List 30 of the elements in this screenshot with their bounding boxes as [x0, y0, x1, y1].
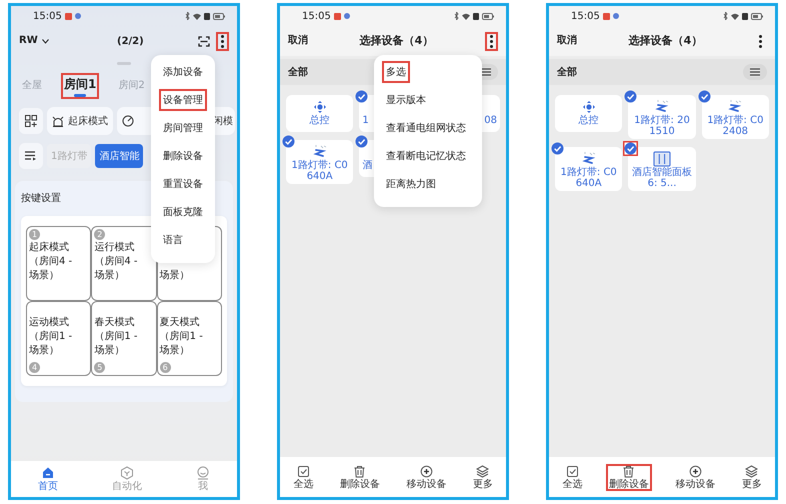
key-label: 春天模式 （房间1 - 场景） — [94, 316, 138, 358]
device-name: 总控 — [310, 115, 330, 126]
device-name: 1路灯带: C0640A — [290, 160, 349, 182]
device-name: 1 — [362, 115, 369, 126]
device-name: 酒 — [362, 160, 372, 171]
key-label: 场景） — [160, 268, 191, 283]
filter-label: 全部 — [557, 66, 577, 80]
device-name: 1路灯带: C02408 — [706, 115, 764, 137]
status-time: 15:05 — [33, 10, 62, 24]
device-name: 08 — [484, 115, 497, 126]
key-number: 5 — [94, 362, 106, 373]
key-number: 6 — [160, 362, 171, 373]
key-label: 起床模式 （房间4 - 场景） — [29, 241, 74, 283]
key-label: 运动模式 （房间1 - 场景） — [29, 316, 74, 358]
device-name: 酒店智能面板6: 5... — [631, 167, 693, 189]
screen-title: 选择设备（4） — [358, 32, 434, 49]
status-time: 15:05 — [571, 10, 600, 24]
screen-title: 选择设备（4） — [628, 32, 704, 49]
key-label: 运行模式 （房间4 - 场景） — [94, 241, 138, 283]
key-number: 2 — [94, 229, 106, 240]
key-number: 1 — [29, 229, 40, 240]
key-label: 夏天模式 （房间1 - 场景） — [160, 316, 204, 358]
status-time: 15:05 — [302, 10, 331, 24]
filter-label: 全部 — [288, 66, 308, 80]
card-title: 按键设置 — [21, 192, 62, 206]
key-number: 4 — [29, 362, 40, 373]
device-name: 总控 — [578, 115, 599, 126]
device-name: 1路灯带: 201510 — [633, 115, 691, 137]
page-counter: (2/2) — [116, 34, 145, 48]
device-name: 1路灯带: C0640A — [560, 167, 618, 189]
